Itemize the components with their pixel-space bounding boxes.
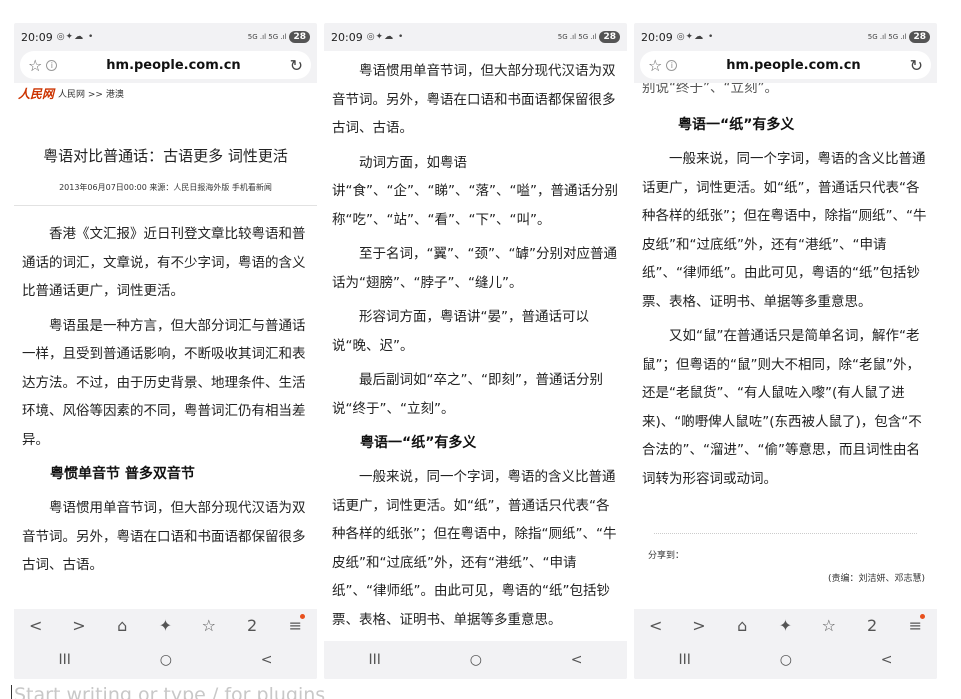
url-text[interactable]: hm.people.com.cn [57,58,289,73]
page-content: 人民网 人民网 >> 港澳 粤语对比普通话：古语更多 词性更活 2013年06月… [14,83,317,609]
system-nav-bar: III ○ < [14,641,317,679]
divider [654,533,917,534]
bookmark-star-icon[interactable]: ☆ [28,56,42,75]
section-subtitle: 粤语一“纸”有多义 [360,435,477,451]
home-button-icon[interactable]: ○ [160,652,172,668]
battery-icon: 28 [909,31,930,43]
site-info-icon[interactable]: i [46,59,58,71]
article-meta: 2013年06月07日00:00 来源：人民日报海外版 手机看新闻 [59,183,272,192]
recent-apps-icon[interactable]: III [58,652,70,668]
ai-sparkle-icon[interactable]: ✦ [773,616,797,635]
forward-icon[interactable]: > [67,616,91,635]
reload-icon[interactable]: ↻ [910,56,923,75]
site-header: 人民网 人民网 >> 港澳 [14,83,317,103]
notification-icons: ◎✦☁ • [676,32,715,42]
menu-icon[interactable]: ≡ [283,613,307,635]
editor-input[interactable]: Start writing or type / for plugins [11,685,325,699]
recent-apps-icon[interactable]: III [678,652,690,668]
paragraph: 粤语惯用单音节词，但大部分现代汉语为双音节词。另外，粤语在口语和书面语都保留很多… [22,500,306,573]
address-bar[interactable]: ☆ i hm.people.com.cn ↻ [20,51,311,79]
signal-icon: 5G .ıl 5G .ıl [247,33,287,41]
article-title: 粤语对比普通话：古语更多 词性更活 [43,147,288,165]
notification-icons: ◎✦☁ • [366,32,405,42]
status-time: 20:09 [21,30,53,44]
status-time: 20:09 [331,30,363,44]
system-nav-bar: III ○ < [324,641,627,679]
breadcrumb[interactable]: 人民网 >> 港澳 [58,87,124,100]
paragraph: 一般来说，同一个字词，粤语的含义比普通话更广，词性更活。如“纸”，普通话只代表“… [332,469,617,628]
status-time: 20:09 [641,30,673,44]
paragraph: 香港《文汇报》近日刊登文章比较粤语和普通话的词汇，文章说，有不少字词，粤语的含义… [22,226,306,299]
home-icon[interactable]: ⌂ [110,616,134,635]
status-bar: 20:09 ◎✦☁ • 5G .ıl 5G .ıl 28 [324,23,627,51]
address-bar[interactable]: ☆ i hm.people.com.cn ↻ [640,51,931,79]
page-content: 粤语惯用单音节词，但大部分现代汉语为双音节词。另外，粤语在口语和书面语都保留很多… [324,51,627,641]
section-subtitle: 粤语一“纸”有多义 [678,117,795,133]
paragraph: 一般来说，同一个字词，粤语的含义比普通话更广，词性更活。如“纸”，普通话只代表“… [642,151,927,310]
paragraph: 又如“鼠”在普通话只是简单名词，解作“老鼠”；但粤语的“鼠”则大不相同，除“老鼠… [642,328,922,487]
phone-screen-2: 20:09 ◎✦☁ • 5G .ıl 5G .ıl 28 粤语惯用单音节词，但大… [324,23,627,679]
browser-toolbar: < > ⌂ ✦ ☆ 2 ≡ [14,609,317,641]
forward-icon[interactable]: > [687,616,711,635]
bookmarks-icon[interactable]: ☆ [817,616,841,635]
menu-icon[interactable]: ≡ [903,613,927,635]
system-nav-bar: III ○ < [634,641,937,679]
status-bar: 20:09 ◎✦☁ • 5G .ıl 5G .ıl 28 [14,23,317,51]
bookmarks-icon[interactable]: ☆ [197,616,221,635]
divider [14,205,317,206]
clipped-text: 别说“终于”、“立刻”。 [642,83,778,96]
paragraph: 动词方面，如粤语讲“食”、“企”、“睇”、“落”、“嗌”，普通话分别称“吃”、“… [332,154,618,228]
nav-back-icon[interactable]: < [571,652,583,668]
share-label: 分享到： [648,551,685,561]
back-icon[interactable]: < [24,616,48,635]
paragraph: 至于名词，“翼”、“颈”、“罅”分别对应普通话为“翅膀”、“脖子”、“缝儿”。 [332,246,617,291]
battery-icon: 28 [599,31,620,43]
people-logo[interactable]: 人民网 [18,85,54,102]
phone-screen-1: 20:09 ◎✦☁ • 5G .ıl 5G .ıl 28 ☆ i hm.peop… [14,23,317,679]
paragraph: 粤语惯用单音节词，但大部分现代汉语为双音节词。另外，粤语在口语和书面语都保留很多… [332,63,616,136]
nav-back-icon[interactable]: < [261,652,273,668]
notification-icons: ◎✦☁ • [56,32,95,42]
section-subtitle: 粤惯单音节 普多双音节 [50,466,195,482]
phone-screen-3: 20:09 ◎✦☁ • 5G .ıl 5G .ıl 28 ☆ i hm.peop… [634,23,937,679]
home-icon[interactable]: ⌂ [730,616,754,635]
home-button-icon[interactable]: ○ [780,652,792,668]
browser-toolbar: < > ⌂ ✦ ☆ 2 ≡ [634,609,937,641]
signal-icon: 5G .ıl 5G .ıl [557,33,597,41]
status-bar: 20:09 ◎✦☁ • 5G .ıl 5G .ıl 28 [634,23,937,51]
back-icon[interactable]: < [644,616,668,635]
recent-apps-icon[interactable]: III [368,652,380,668]
page-content: 别说“终于”、“立刻”。 粤语一“纸”有多义 一般来说，同一个字词，粤语的含义比… [634,83,937,609]
site-info-icon[interactable]: i [666,59,678,71]
signal-icon: 5G .ıl 5G .ıl [867,33,907,41]
battery-icon: 28 [289,31,310,43]
reload-icon[interactable]: ↻ [290,56,303,75]
home-button-icon[interactable]: ○ [470,652,482,668]
tabs-icon[interactable]: 2 [240,616,264,635]
editor-credit: (责编：刘洁妍、邓志慧) [827,574,925,584]
ai-sparkle-icon[interactable]: ✦ [153,616,177,635]
paragraph: 形容词方面，粤语讲“晏”，普通话可以说“晚、迟”。 [332,309,589,354]
paragraph: 粤语虽是一种方言，但大部分词汇与普通话一样，且受到普通话影响，不断吸收其词汇和表… [22,317,306,448]
paragraph: 最后副词如“卒之”、“即刻”，普通话分别说“终于”、“立刻”。 [332,372,603,417]
notification-dot [300,613,306,619]
url-text[interactable]: hm.people.com.cn [677,58,909,73]
notification-dot [920,613,926,619]
tabs-icon[interactable]: 2 [860,616,884,635]
nav-back-icon[interactable]: < [881,652,893,668]
bookmark-star-icon[interactable]: ☆ [648,56,662,75]
